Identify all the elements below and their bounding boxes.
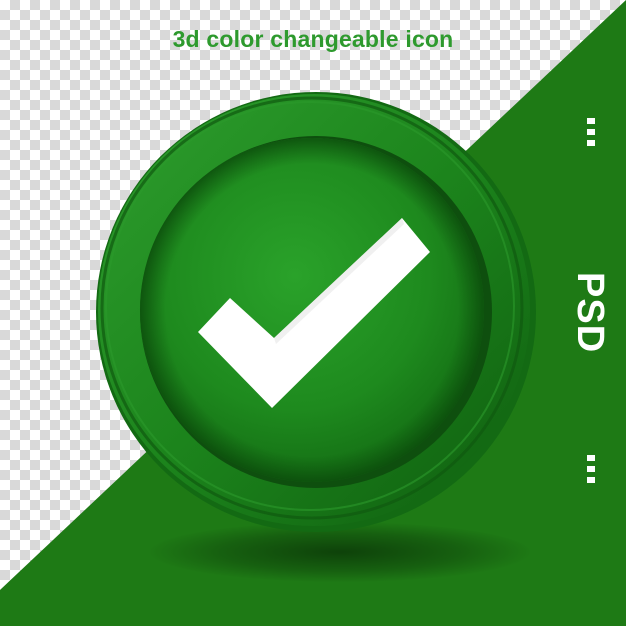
artwork-canvas: 3d color changeable icon PSD [0,0,626,626]
check-circle-icon [96,92,536,532]
